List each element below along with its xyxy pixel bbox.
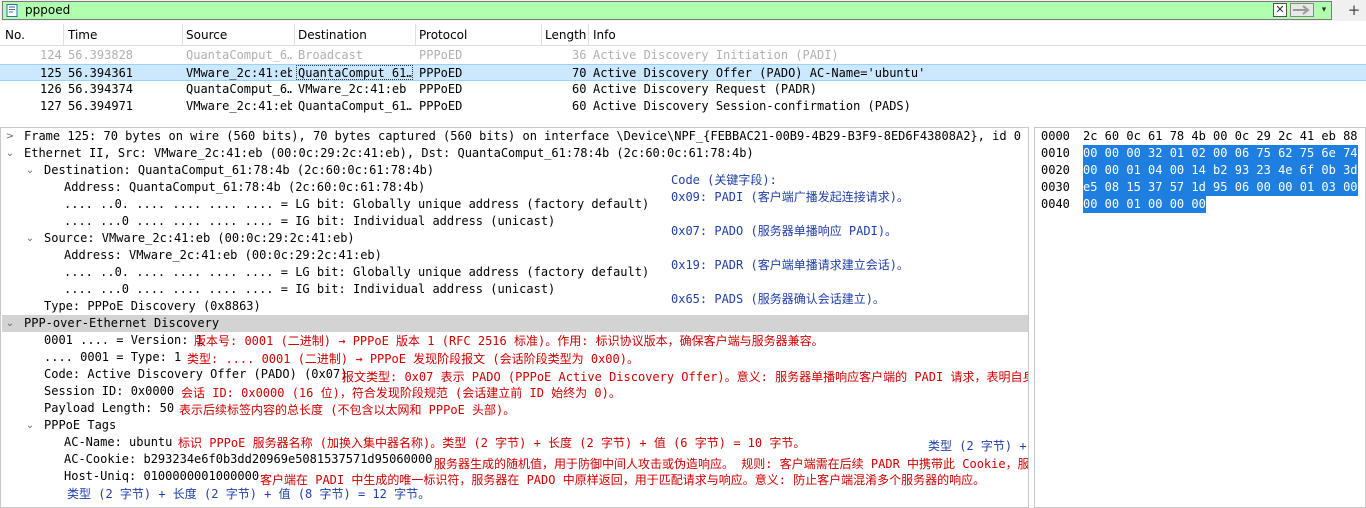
annotation-code: 报文类型: 0x07 表示 PADO (PPPoE Active Discove… — [342, 370, 1028, 384]
tree-item-type[interactable]: .... 0001 = Type: 1 — [44, 349, 181, 366]
tree-item-pppoe-tags[interactable]: PPPoE Tags — [44, 417, 116, 434]
annotation-version: 版本号: 0001 (二进制) → PPPoE 版本 1 (RFC 2516 标… — [194, 334, 824, 348]
column-protocol[interactable]: Protocol — [419, 28, 467, 42]
filter-history-dropdown[interactable]: ▾ — [1318, 3, 1330, 17]
collapse-arrow-icon[interactable]: ⌄ — [24, 417, 36, 434]
annotation-code-padi: 0x09: PADI (客户端广播发起连接请求)。 — [671, 190, 909, 204]
column-no[interactable]: No. — [5, 28, 25, 42]
column-time[interactable]: Time — [68, 28, 97, 42]
collapse-arrow-icon[interactable]: ⌄ — [24, 230, 36, 247]
tree-item-ac-cookie[interactable]: AC-Cookie: b293234e6f0b3dd20969e50815375… — [64, 451, 432, 468]
annotation-code-title: Code (关键字段): — [671, 173, 777, 187]
annotation-payload-length: 表示后续标签内容的总长度 (不包含以太网和 PPPoE 头部)。 — [179, 403, 516, 417]
collapse-arrow-icon[interactable]: ⌄ — [4, 315, 16, 332]
tree-item-frame[interactable]: Frame 125: 70 bytes on wire (560 bits), … — [24, 128, 1021, 145]
tree-item-source[interactable]: Source: VMware_2c:41:eb (00:0c:29:2c:41:… — [44, 230, 355, 247]
tree-item-version[interactable]: 0001 .... = Version: 1 — [44, 332, 203, 349]
annotation-ac-name: 标识 PPPoE 服务器名称 (加换入集中器名称)。类型 (2 字节) + 长度… — [178, 436, 806, 450]
packet-list: No. Time Source Destination Protocol Len… — [0, 24, 1366, 122]
tree-item-src-lg-bit[interactable]: .... ..0. .... .... .... .... = LG bit: … — [64, 264, 649, 281]
annotation-code-pado: 0x07: PADO (服务器单播响应 PADI)。 — [671, 224, 898, 238]
packet-row[interactable]: 127 56.394971 VMware_2c:41:eb QuantaComp… — [0, 98, 1366, 115]
packet-bytes-pane: 0000 2c 60 0c 61 78 4b 00 0c 29 2c 41 eb… — [1034, 127, 1366, 508]
tree-item-payload-length[interactable]: Payload Length: 50 — [44, 400, 174, 417]
packet-details-pane: > Frame 125: 70 bytes on wire (560 bits)… — [0, 127, 1029, 508]
add-filter-button[interactable]: + — [1347, 2, 1361, 18]
tree-item-pppoe-discovery[interactable]: PPP-over-Ethernet Discovery — [24, 315, 219, 332]
tree-item-dest-ig-bit[interactable]: .... ...0 .... .... .... .... = IG bit: … — [64, 213, 555, 230]
tree-item-ethernet[interactable]: Ethernet II, Src: VMware_2c:41:eb (00:0c… — [24, 145, 754, 162]
annotation-host-uniq-length: 类型 (2 字节) + 长度 (2 字节) + 值 (8 字节) = 12 字节… — [67, 487, 431, 501]
tree-item-host-uniq[interactable]: Host-Uniq: 0100000001000000 — [64, 468, 259, 485]
hex-row[interactable]: 0030 e5 08 15 37 57 1d 95 06 00 00 01 03… — [1035, 179, 1365, 196]
annotation-type: 类型: .... 0001 (二进制) → PPPoE 发现阶段报文 (会话阶段… — [187, 352, 639, 366]
packet-list-header: No. Time Source Destination Protocol Len… — [0, 24, 1366, 46]
packet-row[interactable]: 126 56.394374 QuantaComput_6… VMware_2c:… — [0, 81, 1366, 98]
apply-filter-button[interactable] — [1290, 3, 1314, 17]
clear-filter-button[interactable]: ✕ — [1273, 3, 1287, 17]
annotation-session-id: 会话 ID: 0x0000 (16 位)，符合发现阶段规范 (会话建立前 ID … — [181, 386, 621, 400]
tree-item-src-address[interactable]: Address: VMware_2c:41:eb (00:0c:29:2c:41… — [64, 247, 382, 264]
column-length[interactable]: Length — [545, 28, 586, 42]
tree-item-ethertype[interactable]: Type: PPPoE Discovery (0x8863) — [44, 298, 261, 315]
display-filter-input[interactable]: pppoed — [2, 1, 1332, 20]
packet-row[interactable]: 124 56.393828 QuantaComput_6… Broadcast … — [0, 47, 1366, 64]
collapse-arrow-icon[interactable]: ⌄ — [24, 162, 36, 179]
bookmark-icon[interactable] — [6, 4, 18, 17]
packet-row-selected[interactable]: 125 56.394361 VMware_2c:41:eb QuantaComp… — [0, 64, 1366, 81]
tree-item-code[interactable]: Code: Active Discovery Offer (PADO) (0x0… — [44, 366, 347, 383]
tree-item-src-ig-bit[interactable]: .... ...0 .... .... .... .... = IG bit: … — [64, 281, 555, 298]
tree-item-dest-lg-bit[interactable]: .... ..0. .... .... .... .... = LG bit: … — [64, 196, 649, 213]
tree-item-ac-name[interactable]: AC-Name: ubuntu — [64, 434, 172, 451]
hex-row[interactable]: 0000 2c 60 0c 61 78 4b 00 0c 29 2c 41 eb… — [1035, 128, 1365, 145]
hex-row[interactable]: 0020 00 00 01 04 00 14 b2 93 23 4e 6f 0b… — [1035, 162, 1365, 179]
collapse-arrow-icon[interactable]: ⌄ — [4, 145, 16, 162]
tree-item-destination[interactable]: Destination: QuantaComput_61:78:4b (2c:6… — [44, 162, 434, 179]
column-destination[interactable]: Destination — [298, 28, 367, 42]
annotation-code-padr: 0x19: PADR (客户端单播请求建立会话)。 — [671, 258, 909, 272]
annotation-ac-cookie: 服务器生成的随机值，用于防御中间人攻击或伪造响应。 规则: 客户端需在后续 PA… — [434, 457, 1029, 471]
tree-item-session-id[interactable]: Session ID: 0x0000 — [44, 383, 174, 400]
expand-arrow-icon[interactable]: > — [4, 128, 16, 145]
display-filter-bar: pppoed ✕ ▾ + — [0, 0, 1366, 21]
arrow-right-icon — [1293, 5, 1310, 15]
hex-row[interactable]: 0010 00 00 00 32 01 02 00 06 75 62 75 6e… — [1035, 145, 1365, 162]
column-source[interactable]: Source — [186, 28, 227, 42]
annotation-code-pads: 0x65: PADS (服务器确认会话建立)。 — [671, 292, 885, 306]
column-info[interactable]: Info — [593, 28, 616, 42]
hex-row[interactable]: 0040 00 00 01 00 00 00 — [1035, 196, 1365, 213]
tree-item-dest-address[interactable]: Address: QuantaComput_61:78:4b (2c:60:0c… — [64, 179, 425, 196]
